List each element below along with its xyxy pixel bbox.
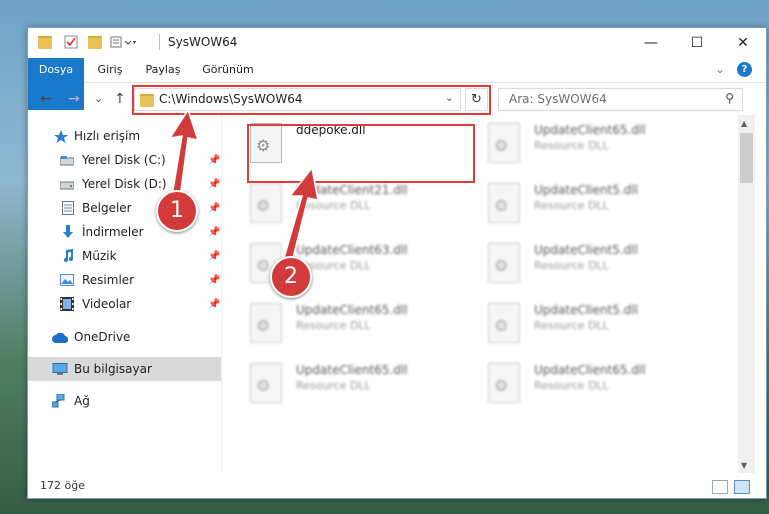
file-item[interactable]: ⚙ UpdateClient21.dll Resource DLL bbox=[222, 179, 452, 231]
sidebar-item-local-disk-d[interactable]: Yerel Disk (D:) 📌 bbox=[28, 172, 221, 196]
file-item[interactable]: ⚙ UpdateClient5.dll Resource DLL bbox=[460, 179, 690, 231]
properties-icon[interactable] bbox=[64, 34, 78, 50]
file-item[interactable]: ⚙ UpdateClient5.dll Resource DLL bbox=[460, 299, 690, 351]
pin-icon[interactable]: 📌 bbox=[208, 251, 220, 262]
download-icon bbox=[62, 225, 76, 238]
sidebar-item-pictures[interactable]: Resimler 📌 bbox=[28, 268, 221, 292]
callout-2: 2 bbox=[270, 256, 312, 298]
search-box[interactable]: Ara: SysWOW64 ⚲ bbox=[498, 88, 743, 111]
sidebar-item-network[interactable]: Ağ bbox=[28, 389, 221, 413]
file-item[interactable]: ⚙ UpdateClient65.dll Resource DLL bbox=[222, 299, 452, 351]
vertical-scrollbar[interactable]: ▲ ▼ bbox=[738, 115, 755, 473]
star-icon bbox=[54, 130, 68, 143]
item-count: 172 öğe bbox=[40, 479, 85, 492]
forward-button[interactable]: → bbox=[68, 91, 80, 107]
dll-file-icon: ⚙ bbox=[488, 123, 520, 163]
scrollbar-thumb[interactable] bbox=[740, 133, 753, 183]
ribbon-tabs: Dosya Giriş Paylaş Görünüm ⌄ ? bbox=[28, 58, 766, 110]
navigation-pane: Hızlı erişim Yerel Disk (C:) 📌 Yerel Dis… bbox=[28, 115, 222, 473]
file-item[interactable]: ⚙ UpdateClient63.dll Resource DLL bbox=[222, 239, 452, 291]
tab-share[interactable]: Paylaş bbox=[138, 58, 188, 82]
details-view-icon[interactable] bbox=[712, 480, 728, 494]
search-icon[interactable]: ⚲ bbox=[725, 91, 734, 105]
file-item[interactable]: ⚙ UpdateClient65.dll Resource DLL bbox=[460, 359, 690, 411]
drive-icon bbox=[59, 179, 75, 191]
new-folder-icon[interactable] bbox=[88, 34, 102, 50]
maximize-button[interactable]: ☐ bbox=[674, 28, 720, 58]
sidebar-item-music[interactable]: Müzik 📌 bbox=[28, 244, 221, 268]
title-bar: SysWOW64 — ☐ ✕ bbox=[28, 28, 766, 58]
sidebar-item-quick-access[interactable]: Hızlı erişim bbox=[28, 124, 221, 148]
sidebar-item-local-disk-c[interactable]: Yerel Disk (C:) 📌 bbox=[28, 148, 221, 172]
file-item[interactable]: ⚙ UpdateClient65.dll Resource DLL bbox=[460, 119, 690, 171]
video-icon bbox=[60, 297, 74, 311]
window-folder-icon bbox=[38, 34, 52, 50]
file-highlight-box bbox=[247, 124, 475, 183]
tab-view[interactable]: Görünüm bbox=[196, 58, 260, 82]
close-button[interactable]: ✕ bbox=[720, 28, 766, 58]
dll-file-icon: ⚙ bbox=[488, 363, 520, 403]
quick-access-customize-icon[interactable] bbox=[110, 34, 138, 50]
search-placeholder[interactable]: Ara: SysWOW64 bbox=[509, 92, 607, 106]
address-highlight-box bbox=[132, 85, 491, 115]
status-bar: 172 öğe bbox=[28, 474, 766, 498]
title-separator bbox=[159, 34, 160, 50]
dll-file-icon: ⚙ bbox=[488, 183, 520, 223]
scroll-down-icon[interactable]: ▼ bbox=[741, 461, 747, 470]
dll-file-icon: ⚙ bbox=[250, 303, 282, 343]
drive-icon bbox=[59, 155, 75, 167]
explorer-window: SysWOW64 — ☐ ✕ Dosya Giriş Paylaş Görünü… bbox=[27, 27, 767, 499]
network-icon bbox=[51, 393, 66, 408]
scroll-up-icon[interactable]: ▲ bbox=[741, 119, 747, 128]
up-button[interactable]: ↑ bbox=[114, 91, 126, 107]
sidebar-item-onedrive[interactable]: OneDrive bbox=[28, 325, 221, 349]
help-icon[interactable]: ? bbox=[737, 62, 752, 77]
ribbon-expand-icon[interactable]: ⌄ bbox=[712, 58, 728, 82]
dll-file-icon: ⚙ bbox=[250, 183, 282, 223]
pin-icon[interactable]: 📌 bbox=[208, 155, 220, 166]
pictures-icon bbox=[60, 274, 74, 286]
dll-file-icon: ⚙ bbox=[488, 243, 520, 283]
pin-icon[interactable]: 📌 bbox=[208, 179, 220, 190]
tab-home[interactable]: Giriş bbox=[88, 58, 132, 82]
pin-icon[interactable]: 📌 bbox=[208, 227, 220, 238]
callout-1: 1 bbox=[156, 190, 198, 232]
sidebar-item-this-pc[interactable]: Bu bilgisayar bbox=[28, 357, 221, 381]
cloud-icon bbox=[52, 332, 69, 344]
file-item[interactable]: ⚙ UpdateClient65.dll Resource DLL bbox=[222, 359, 452, 411]
dll-file-icon: ⚙ bbox=[250, 363, 282, 403]
dll-file-icon: ⚙ bbox=[488, 303, 520, 343]
file-item[interactable]: ⚙ UpdateClient5.dll Resource DLL bbox=[460, 239, 690, 291]
documents-icon bbox=[62, 201, 76, 215]
pin-icon[interactable]: 📌 bbox=[208, 299, 220, 310]
recent-locations-button[interactable]: ⌄ bbox=[94, 92, 103, 105]
minimize-button[interactable]: — bbox=[628, 28, 674, 58]
large-icons-view-icon[interactable] bbox=[734, 480, 750, 494]
pin-icon[interactable]: 📌 bbox=[208, 203, 220, 214]
sidebar-item-videos[interactable]: Videolar 📌 bbox=[28, 292, 221, 316]
music-icon bbox=[62, 249, 76, 262]
back-button[interactable]: ← bbox=[40, 91, 52, 107]
pin-icon[interactable]: 📌 bbox=[208, 275, 220, 286]
computer-icon bbox=[52, 363, 68, 375]
window-title: SysWOW64 bbox=[168, 35, 238, 49]
